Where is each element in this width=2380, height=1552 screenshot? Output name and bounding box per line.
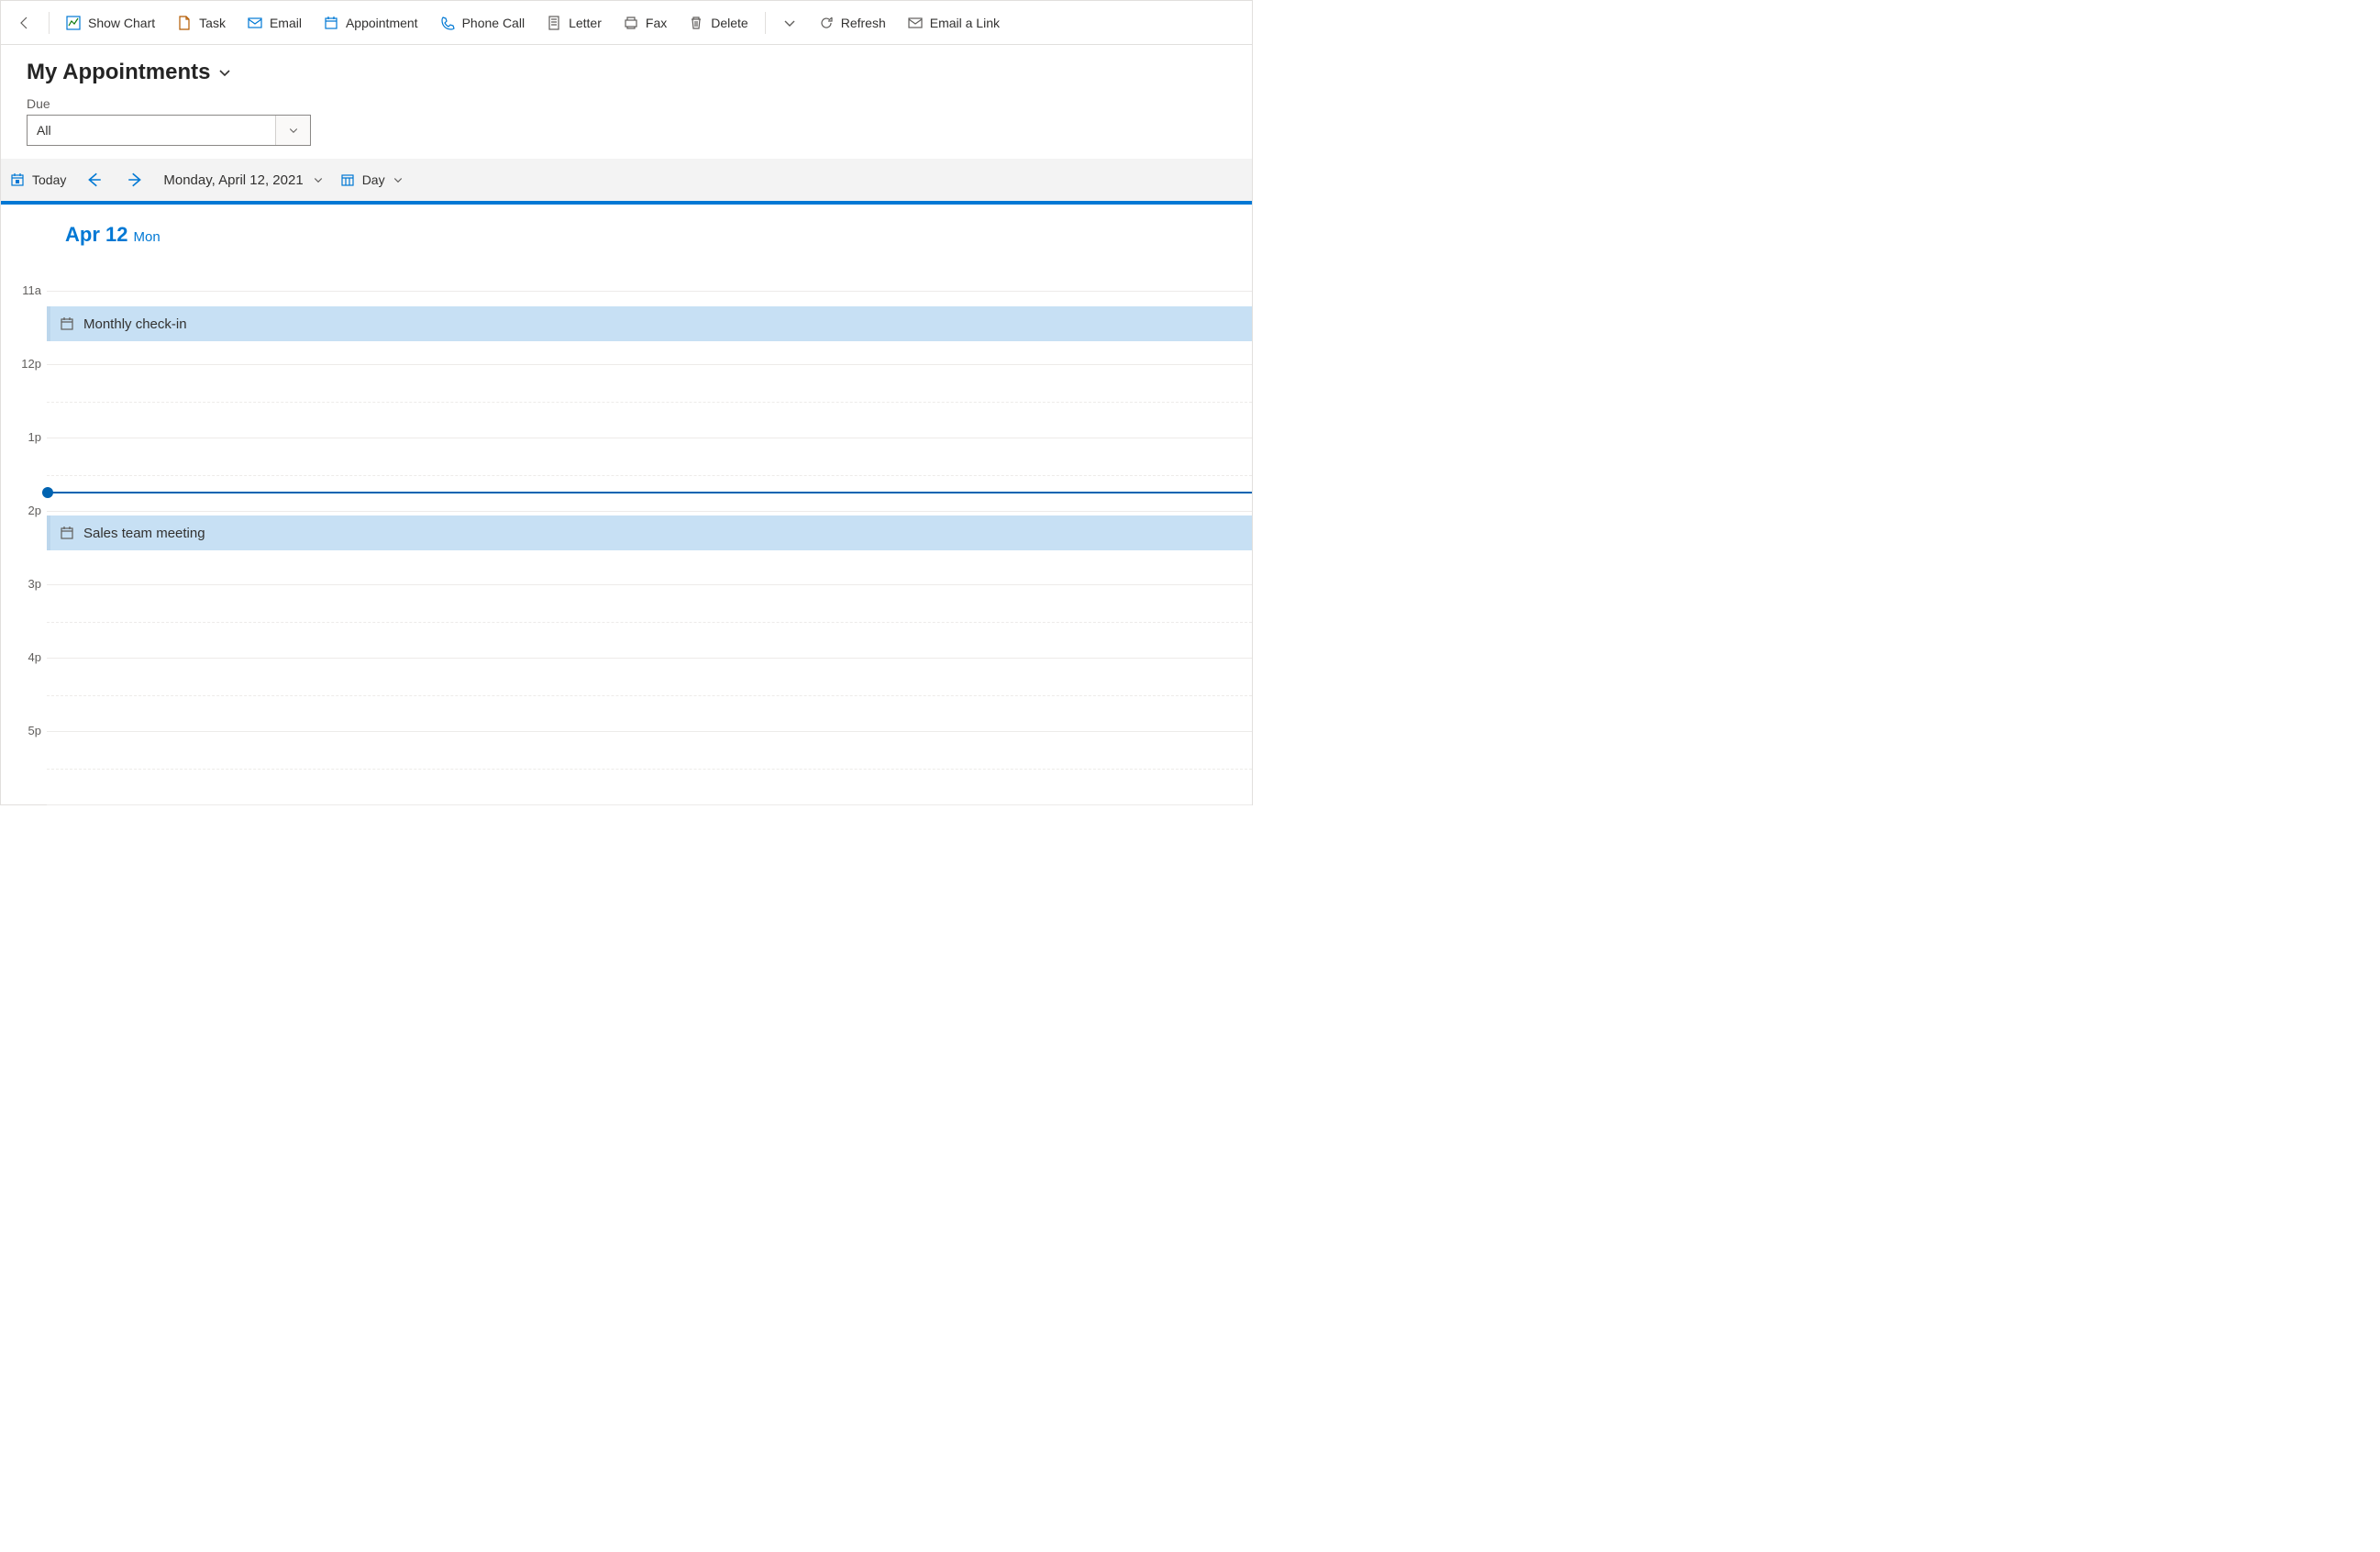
task-button[interactable]: Task (168, 10, 235, 36)
letter-icon (547, 16, 561, 30)
calendar-event[interactable]: Sales team meeting (47, 515, 1252, 550)
due-filter-value: All (37, 123, 51, 138)
date-picker[interactable]: Monday, April 12, 2021 (163, 172, 323, 188)
email-label: Email (270, 16, 302, 30)
today-button[interactable]: Today (10, 172, 66, 187)
today-label: Today (32, 172, 66, 187)
delete-button[interactable]: Delete (680, 10, 757, 36)
calendar-icon (324, 16, 338, 30)
task-label: Task (199, 16, 226, 30)
command-bar: Show Chart Task Email Appointment Phone … (1, 1, 1252, 45)
time-label: 5p (1, 724, 47, 797)
appointment-label: Appointment (346, 16, 418, 30)
chevron-down-icon (393, 174, 404, 185)
chevron-down-icon (217, 65, 232, 80)
filter-row: Due All (1, 93, 1252, 159)
filter-label: Due (27, 96, 1226, 111)
calendar-grid[interactable]: Monthly check-in Sales team meeting (47, 291, 1252, 804)
email-link-label: Email a Link (930, 16, 1000, 30)
previous-button[interactable] (83, 168, 106, 192)
show-chart-label: Show Chart (88, 16, 155, 30)
calendar-event[interactable]: Monthly check-in (47, 306, 1252, 341)
event-title: Monthly check-in (83, 316, 187, 332)
email-link-button[interactable]: Email a Link (899, 10, 1009, 36)
current-time-indicator (42, 492, 1252, 493)
phone-icon (440, 16, 455, 30)
time-label: 3p (1, 577, 47, 650)
hour-row[interactable] (47, 438, 1252, 512)
time-label: 12p (1, 357, 47, 430)
calendar-day-header: Apr 12 Mon (1, 205, 1252, 291)
calendar-nav-bar: Today Monday, April 12, 2021 Day (1, 159, 1252, 201)
calendar-day-short: Mon (133, 229, 160, 245)
trash-icon (689, 16, 703, 30)
email-link-icon (908, 16, 923, 30)
fax-button[interactable]: Fax (614, 10, 676, 36)
today-icon (10, 172, 25, 187)
delete-label: Delete (711, 16, 747, 30)
refresh-button[interactable]: Refresh (810, 10, 895, 36)
hour-row[interactable] (47, 732, 1252, 805)
refresh-label: Refresh (841, 16, 886, 30)
hour-row[interactable] (47, 659, 1252, 732)
hour-row[interactable] (47, 365, 1252, 438)
back-button[interactable] (8, 10, 41, 36)
page-title: My Appointments (27, 60, 210, 85)
time-label: 1p (1, 430, 47, 504)
current-date-label: Monday, April 12, 2021 (163, 172, 303, 188)
calendar-icon (60, 526, 74, 540)
divider (49, 12, 50, 34)
phone-call-label: Phone Call (462, 16, 526, 30)
time-label: 11a (1, 283, 47, 357)
hour-row[interactable] (47, 585, 1252, 659)
letter-button[interactable]: Letter (537, 10, 611, 36)
event-title: Sales team meeting (83, 526, 205, 541)
show-chart-button[interactable]: Show Chart (57, 10, 164, 36)
fax-icon (624, 16, 638, 30)
chevron-down-icon (275, 116, 310, 145)
time-label: 2p (1, 504, 47, 577)
letter-label: Letter (569, 16, 602, 30)
calendar-date-short: Apr 12 (65, 223, 127, 247)
next-button[interactable] (123, 168, 147, 192)
arrow-right-icon (127, 172, 143, 188)
email-button[interactable]: Email (238, 10, 311, 36)
arrow-left-icon (86, 172, 103, 188)
calendar-view-icon (340, 172, 355, 187)
due-filter-select[interactable]: All (27, 115, 311, 146)
calendar-icon (60, 316, 74, 331)
chevron-down-icon (782, 16, 797, 30)
view-mode-label: Day (362, 172, 385, 187)
calendar: Apr 12 Mon 11a12p1p2p3p4p5p Monthly chec… (1, 201, 1252, 804)
task-icon (177, 16, 192, 30)
chevron-down-icon (313, 174, 324, 185)
calendar-body: 11a12p1p2p3p4p5p Monthly check-inSales t… (1, 291, 1252, 804)
chart-icon (66, 16, 81, 30)
view-mode-picker[interactable]: Day (340, 172, 404, 187)
divider (765, 12, 766, 34)
back-arrow-icon (17, 16, 32, 30)
refresh-icon (819, 16, 834, 30)
page-header[interactable]: My Appointments (1, 45, 1252, 93)
email-icon (248, 16, 262, 30)
appointment-button[interactable]: Appointment (315, 10, 427, 36)
overflow-button[interactable] (773, 10, 806, 36)
fax-label: Fax (646, 16, 667, 30)
time-label: 4p (1, 650, 47, 724)
phone-call-button[interactable]: Phone Call (431, 10, 535, 36)
